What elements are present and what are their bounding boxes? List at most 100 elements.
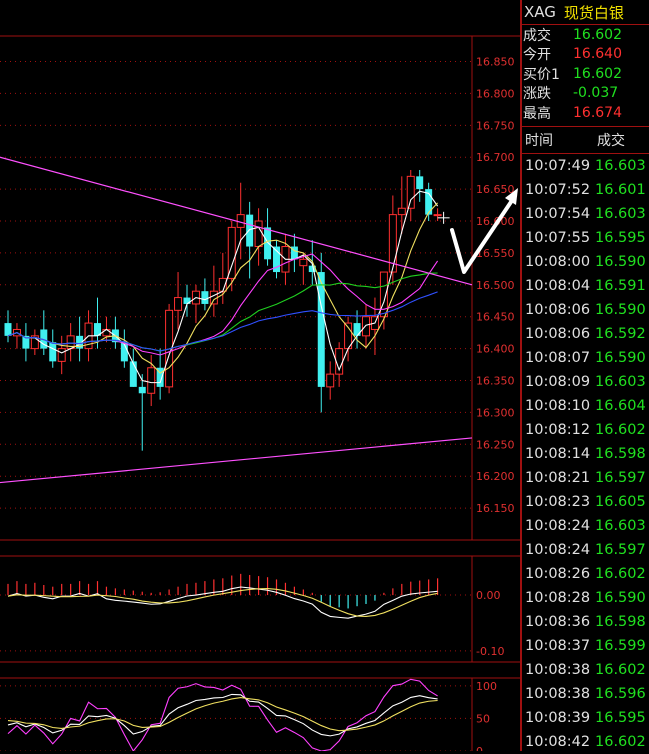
- trade-row[interactable]: 10:08:21 16.597: [522, 466, 649, 490]
- trade-price: 16.590: [595, 589, 646, 606]
- trade-row[interactable]: 10:08:37 16.599: [522, 634, 649, 658]
- trade-row[interactable]: 10:07:52 16.601: [522, 178, 649, 202]
- candle-body: [362, 316, 370, 337]
- trade-row[interactable]: 10:08:39 16.595: [522, 706, 649, 730]
- trade-row[interactable]: 10:08:26 16.602: [522, 562, 649, 586]
- price-tick-label: 16.400: [476, 343, 515, 356]
- macd-tick-label: 0.00: [476, 589, 501, 602]
- quote-row: 今开 16.640: [522, 45, 649, 65]
- candle-body: [138, 386, 146, 394]
- trade-price: 16.605: [595, 493, 646, 510]
- quote-value: 16.674: [573, 104, 622, 121]
- candle-body: [174, 297, 183, 311]
- candle-body: [433, 214, 442, 217]
- trade-time: 10:07:49: [525, 157, 591, 174]
- quote-value: 16.602: [573, 65, 622, 82]
- candle-body: [129, 361, 137, 387]
- price-tick-label: 16.250: [476, 438, 515, 451]
- trade-row[interactable]: 10:08:04 16.591: [522, 274, 649, 298]
- instrument-header: XAG 现货白银: [522, 0, 649, 25]
- candle-body: [264, 227, 272, 260]
- trades-header: 时间 成交: [522, 127, 649, 154]
- kdj-tick-label: 50: [476, 712, 490, 725]
- trade-price: 16.603: [595, 517, 646, 534]
- macd-tick-label: -0.10: [476, 645, 504, 658]
- trade-row[interactable]: 10:08:28 16.590: [522, 586, 649, 610]
- trade-price: 16.602: [595, 661, 646, 678]
- trade-row[interactable]: 10:08:24 16.603: [522, 514, 649, 538]
- trade-row[interactable]: 10:08:42 16.602: [522, 730, 649, 754]
- quote-label: 最高: [523, 105, 551, 122]
- quote-row: 买价1 16.602: [522, 64, 649, 84]
- quote-panel: XAG 现货白银 成交 16.602 今开 16.640 买价1 16.602 涨跌 -0.0…: [520, 0, 649, 751]
- trade-time: 10:08:39: [525, 709, 591, 726]
- trade-price: 16.590: [595, 301, 646, 318]
- trade-row[interactable]: 10:08:38 16.602: [522, 658, 649, 682]
- price-tick-label: 16.800: [476, 87, 515, 100]
- trade-row[interactable]: 10:08:24 16.597: [522, 538, 649, 562]
- quote-label: 买价1: [523, 66, 560, 83]
- trade-row[interactable]: 10:08:36 16.598: [522, 610, 649, 634]
- trade-time: 10:08:38: [525, 661, 591, 678]
- candle-body: [49, 342, 57, 362]
- trade-price: 16.599: [595, 637, 646, 654]
- quote-value: 16.640: [573, 46, 622, 63]
- trade-row[interactable]: 10:08:10 16.604: [522, 394, 649, 418]
- trade-price: 16.591: [595, 277, 646, 294]
- candle-body: [406, 175, 415, 209]
- trade-price: 16.604: [595, 397, 646, 414]
- trade-time: 10:08:12: [525, 421, 591, 438]
- trade-row[interactable]: 10:07:55 16.595: [522, 226, 649, 250]
- trade-row[interactable]: 10:07:54 16.603: [522, 202, 649, 226]
- trade-time: 10:08:24: [525, 517, 591, 534]
- trade-time: 10:08:14: [525, 445, 591, 462]
- price-tick-label: 16.300: [476, 406, 515, 419]
- price-tick-label: 16.850: [476, 56, 515, 69]
- trade-price: 16.597: [595, 541, 646, 558]
- trade-row[interactable]: 10:08:00 16.590: [522, 250, 649, 274]
- candle-body: [397, 207, 406, 216]
- trade-row[interactable]: 10:08:07 16.590: [522, 346, 649, 370]
- trade-time: 10:08:23: [525, 493, 591, 510]
- trade-row[interactable]: 10:08:09 16.603: [522, 370, 649, 394]
- trade-time: 10:08:00: [525, 253, 591, 270]
- trades-list[interactable]: 10:07:49 16.603 10:07:52 16.601 10:07:54 16.6…: [522, 154, 649, 754]
- instrument-name: 现货白银: [563, 3, 624, 22]
- candle-body: [183, 297, 191, 304]
- trade-price: 16.595: [595, 229, 646, 246]
- quote-value: -0.037: [573, 85, 619, 102]
- candle-body: [102, 328, 111, 337]
- quote-row: 涨跌 -0.037: [522, 84, 649, 104]
- chart-area[interactable]: 16.850 16.800 16.750 16.700 16.650 16.600 16.5…: [0, 0, 520, 751]
- price-tick-label: 16.700: [476, 151, 515, 164]
- trade-row[interactable]: 10:08:12 16.602: [522, 418, 649, 442]
- annotation-arrow: [450, 194, 517, 274]
- trade-price: 16.598: [595, 613, 646, 630]
- kdj-j-line: [7, 678, 438, 751]
- trade-time: 10:08:36: [525, 613, 591, 630]
- trade-time: 10:08:37: [525, 637, 591, 654]
- trade-row[interactable]: 10:08:23 16.605: [522, 490, 649, 514]
- trade-price: 16.601: [595, 181, 646, 198]
- trade-row[interactable]: 10:08:06 16.590: [522, 298, 649, 322]
- kline-chart[interactable]: 16.85016.80016.75016.70016.65016.60016.5…: [0, 0, 520, 751]
- trade-row[interactable]: 10:08:38 16.596: [522, 682, 649, 706]
- candle-body: [299, 258, 308, 267]
- trade-price: 16.597: [595, 469, 646, 486]
- candle-body: [227, 226, 236, 279]
- trade-price: 16.596: [595, 685, 646, 702]
- candle-body: [353, 323, 361, 336]
- quote-block: 成交 16.602 今开 16.640 买价1 16.602 涨跌 -0.037 最高 16.67…: [522, 25, 649, 127]
- candle-body: [326, 373, 335, 388]
- trade-time: 10:08:28: [525, 589, 591, 606]
- trade-row[interactable]: 10:07:49 16.603: [522, 154, 649, 178]
- trades-header-time: 时间: [525, 132, 553, 149]
- kdj-d-line: [7, 697, 438, 732]
- quote-label: 涨跌: [523, 86, 551, 103]
- trade-price: 16.595: [595, 709, 646, 726]
- trade-row[interactable]: 10:08:06 16.592: [522, 322, 649, 346]
- trade-row[interactable]: 10:08:14 16.598: [522, 442, 649, 466]
- trade-time: 10:08:24: [525, 541, 591, 558]
- trade-time: 10:08:09: [525, 373, 591, 390]
- kdj-tick-label: 0: [476, 745, 483, 751]
